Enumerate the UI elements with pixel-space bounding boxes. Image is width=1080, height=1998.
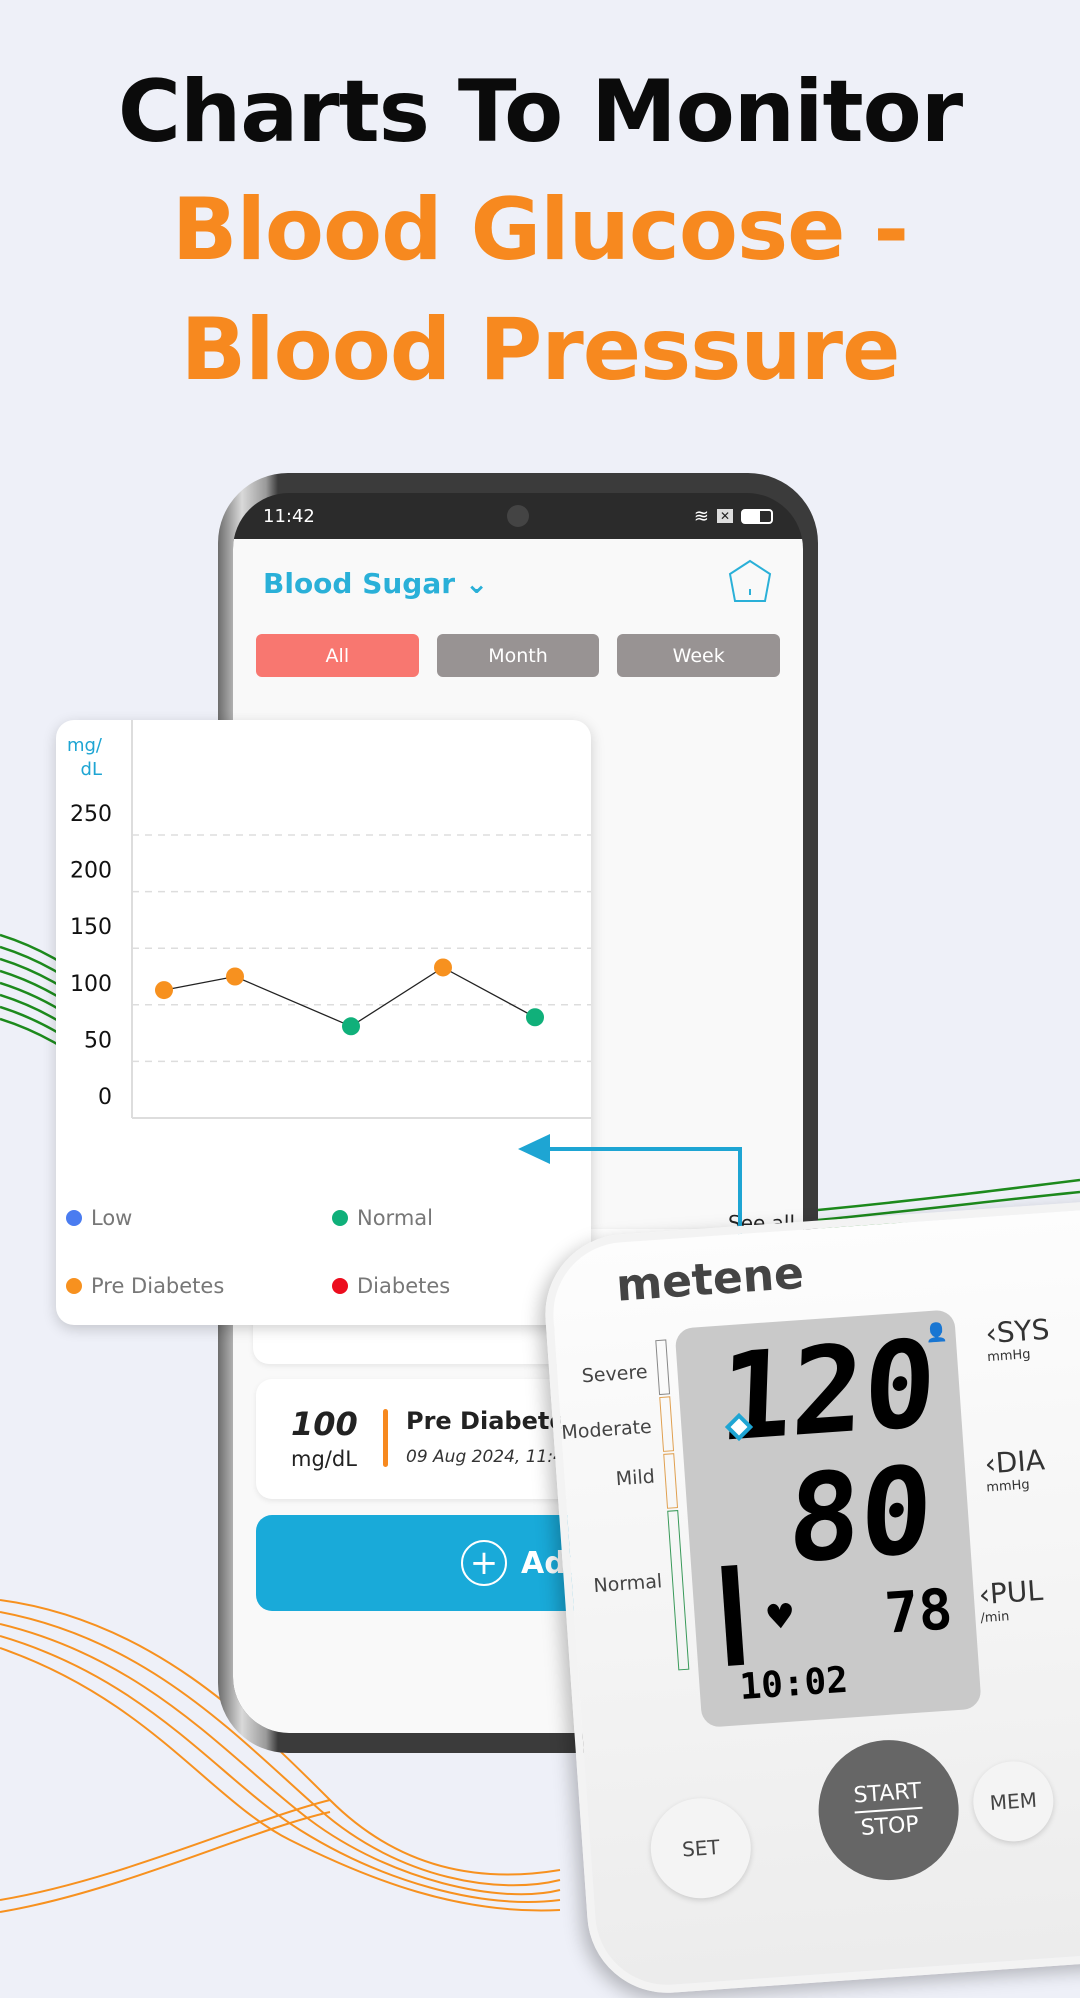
status-color-bar — [383, 1409, 388, 1467]
scale-mild: Mild — [615, 1465, 656, 1491]
stop-label: STOP — [859, 1812, 920, 1842]
scale-severe: Severe — [581, 1360, 649, 1388]
glucose-line-chart: 0 50 100 150 200 250 — [70, 720, 591, 1119]
data-point — [526, 1008, 544, 1027]
reading-datetime: 09 Aug 2024, 11:4 — [406, 1447, 564, 1467]
battery-icon — [741, 508, 773, 524]
legend-low: Low — [66, 1206, 132, 1230]
legend-dot-diabetes — [332, 1278, 348, 1294]
scale-bar-mild — [663, 1453, 679, 1509]
heart-icon: ♥ — [763, 1596, 797, 1639]
y-tick-label: 150 — [70, 915, 112, 940]
user-a-icon: 👤 — [924, 1321, 949, 1345]
status-bar: 11:42 ≋ ✕ — [233, 493, 803, 539]
sys-label: ‹SYS mmHg — [984, 1312, 1051, 1366]
tab-month[interactable]: Month — [436, 634, 600, 677]
plus-icon: + — [461, 1540, 507, 1586]
diastolic-value: 80 — [785, 1440, 935, 1591]
dia-label: ‹DIA mmHg — [983, 1443, 1046, 1496]
headline-line-3: Blood Pressure — [180, 300, 901, 400]
time-value: 10:02 — [738, 1659, 850, 1709]
reading-value: 100 — [291, 1405, 358, 1443]
y-tick-label: 50 — [84, 1028, 112, 1053]
lcd-display: 120 80 78 10:02 ♥ 👤 — [674, 1309, 982, 1728]
monitor-brand: metene — [614, 1247, 806, 1312]
reading-unit: mg/dL — [291, 1447, 357, 1471]
status-time: 11:42 — [263, 505, 315, 527]
tab-all[interactable]: All — [256, 634, 419, 677]
data-point — [434, 958, 452, 977]
legend-label: Pre Diabetes — [91, 1274, 225, 1298]
start-label: START — [852, 1778, 923, 1814]
legend-label: Diabetes — [357, 1274, 451, 1298]
app-title: Blood Sugar — [263, 567, 456, 600]
legend-dot-low — [66, 1210, 82, 1226]
pulse-bar — [721, 1565, 745, 1666]
legend-dot-pre-diabetes — [66, 1278, 82, 1294]
data-point — [342, 1017, 360, 1036]
home-icon[interactable] — [725, 557, 775, 607]
legend-normal: Normal — [332, 1206, 433, 1230]
y-tick-label: 0 — [98, 1085, 112, 1110]
legend-pre-diabetes: Pre Diabetes — [66, 1274, 224, 1298]
legend-diabetes: Diabetes — [332, 1274, 450, 1298]
y-tick-label: 100 — [70, 972, 112, 997]
start-stop-button[interactable]: START STOP — [813, 1735, 964, 1885]
data-point — [226, 967, 244, 986]
headline-line-1: Charts To Monitor — [117, 62, 963, 162]
y-tick-label: 200 — [70, 859, 112, 884]
set-button[interactable]: SET — [647, 1794, 755, 1902]
mem-button[interactable]: MEM — [970, 1758, 1057, 1845]
scale-bar-moderate — [659, 1396, 675, 1452]
y-tick-label: 250 — [70, 802, 112, 827]
sim-icon: ✕ — [716, 509, 733, 523]
blood-sugar-dropdown[interactable]: Blood Sugar ⌄ — [263, 567, 488, 600]
pulse-value: 78 — [882, 1577, 955, 1647]
data-point — [155, 981, 173, 1000]
pul-label: ‹PUL/min — [977, 1573, 1044, 1627]
scale-bar-normal — [667, 1510, 690, 1671]
legend-label: Low — [91, 1206, 133, 1230]
wifi-icon: ≋ — [693, 505, 709, 527]
legend-dot-normal — [332, 1210, 348, 1226]
headline-line-2: Blood Glucose - — [171, 180, 909, 280]
camera-icon — [507, 505, 529, 527]
systolic-value: 120 — [717, 1314, 939, 1470]
scale-normal: Normal — [592, 1570, 663, 1598]
glucose-chart-card: mg/dL 0 50 100 150 200 250 Low Normal Pre Dia… — [56, 720, 591, 1325]
chevron-down-icon: ⌄ — [464, 567, 489, 600]
blood-pressure-monitor: metene Severe Moderate Mild Normal 120 8… — [540, 1195, 1080, 1998]
legend-label: Normal — [357, 1206, 433, 1230]
scale-moderate: Moderate — [560, 1415, 653, 1444]
scale-bar-severe — [655, 1339, 671, 1396]
tab-week[interactable]: Week — [617, 634, 781, 677]
